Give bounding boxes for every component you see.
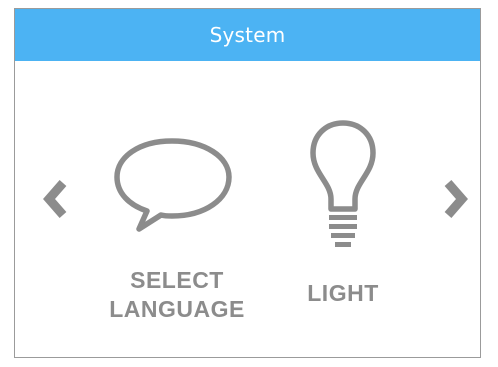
- menu-item-label: SELECT LANGUAGE: [97, 266, 257, 324]
- chevron-right-icon: [444, 180, 468, 218]
- title-bar: System: [15, 9, 480, 61]
- settings-panel: System SELECT LANGUAGE LIGHT: [14, 8, 481, 358]
- menu-item-light[interactable]: LIGHT: [283, 119, 403, 329]
- label-line-1: LIGHT: [307, 280, 379, 306]
- menu-item-select-language[interactable]: SELECT LANGUAGE: [97, 119, 257, 329]
- prev-button[interactable]: [37, 174, 77, 224]
- chevron-left-icon: [43, 180, 67, 218]
- label-line-2: LANGUAGE: [109, 296, 245, 322]
- next-button[interactable]: [434, 174, 474, 224]
- speech-bubble-icon: [114, 138, 232, 232]
- label-line-1: SELECT: [130, 267, 224, 293]
- window-title: System: [209, 23, 286, 47]
- menu-item-label: LIGHT: [283, 279, 403, 308]
- lightbulb-icon: [310, 120, 376, 247]
